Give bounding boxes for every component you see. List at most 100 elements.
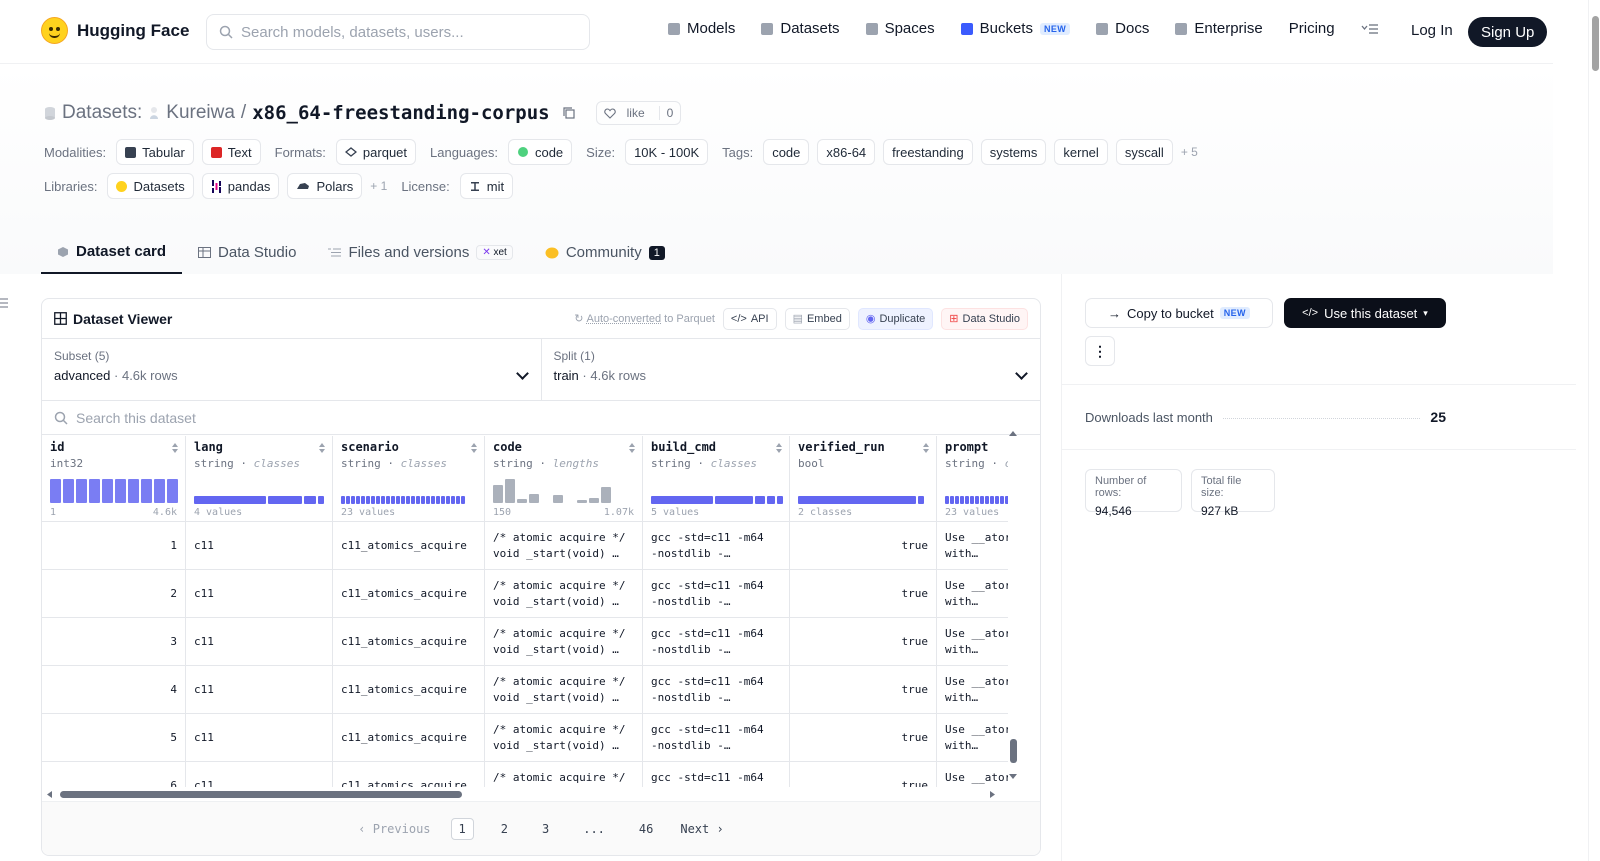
cell-id[interactable]: 3 <box>42 618 186 665</box>
dataset-owner[interactable]: Kureiwa <box>166 102 235 124</box>
page-1-button[interactable]: 1 <box>450 817 474 840</box>
cell-code[interactable]: /* atomic acquire */ void _start(void) … <box>485 714 643 761</box>
cell-build-cmd[interactable]: gcc -std=c11 -m64 -nostdlib -… <box>643 618 790 665</box>
cell-lang[interactable]: c11 <box>186 618 333 665</box>
signup-button[interactable]: Sign Up <box>1468 17 1548 47</box>
sort-icon[interactable] <box>776 443 782 453</box>
horizontal-scrollbar-thumb[interactable] <box>60 791 462 798</box>
libraries-more[interactable]: + 1 <box>370 179 387 193</box>
login-link[interactable]: Log In <box>1411 22 1453 39</box>
tag-kernel[interactable]: kernel <box>1054 139 1108 165</box>
column-header-verified-run[interactable]: verified_run bool 2 classes <box>790 436 937 521</box>
next-page-button[interactable]: Next › <box>680 822 723 836</box>
sort-icon[interactable] <box>923 443 929 453</box>
horizontal-scrollbar[interactable] <box>42 787 1008 801</box>
column-header-id[interactable]: id int32 1 4.6k <box>42 436 186 521</box>
more-options-button[interactable]: ⋮ <box>1085 336 1115 366</box>
table-row[interactable]: 1 c11 c11_atomics_acquire /* atomic acqu… <box>42 522 1008 570</box>
size-pill[interactable]: 10K - 100K <box>625 139 709 165</box>
cell-scenario[interactable]: c11_atomics_acquire <box>333 714 485 761</box>
column-header-lang[interactable]: lang string · classes 4 values <box>186 436 333 521</box>
duplicate-button[interactable]: ◉ Duplicate <box>857 307 934 330</box>
tag-freestanding[interactable]: freestanding <box>883 139 973 165</box>
sort-icon[interactable] <box>629 443 635 453</box>
library-polars[interactable]: Polars <box>287 173 363 199</box>
api-button[interactable]: </> API <box>722 307 777 330</box>
modality-text[interactable]: Text <box>201 139 261 165</box>
nav-models[interactable]: Models <box>668 20 735 37</box>
brand-logo[interactable]: Hugging Face <box>41 17 189 44</box>
nav-buckets[interactable]: Buckets NEW <box>960 20 1071 37</box>
cell-scenario[interactable]: c11_atomics_acquire <box>333 666 485 713</box>
dataset-search-input[interactable]: Search this dataset <box>42 401 1040 435</box>
cell-build-cmd[interactable]: gcc -std=c11 -m64 -nostdlib -… <box>643 570 790 617</box>
library-pandas[interactable]: pandas <box>201 173 280 199</box>
table-row[interactable]: 3 c11 c11_atomics_acquire /* atomic acqu… <box>42 618 1008 666</box>
cell-verified-run[interactable]: true <box>790 666 937 713</box>
page-46-button[interactable]: 46 <box>632 819 660 839</box>
page-scrollbar-thumb[interactable] <box>1592 16 1599 71</box>
copy-icon[interactable] <box>562 106 576 120</box>
scroll-left-icon[interactable] <box>46 790 53 799</box>
nav-pricing[interactable]: Pricing <box>1289 20 1335 37</box>
vertical-scrollbar-thumb[interactable] <box>1010 739 1017 763</box>
cell-build-cmd[interactable]: gcc -std=c11 -m64 -nostdlib -… <box>643 666 790 713</box>
cell-scenario[interactable]: c11_atomics_acquire <box>333 570 485 617</box>
cell-code[interactable]: /* atomic acquire */ void _start(void) … <box>485 522 643 569</box>
page-2-button[interactable]: 2 <box>494 819 515 839</box>
previous-page-button[interactable]: ‹ Previous <box>358 822 430 836</box>
sort-icon[interactable] <box>172 443 178 453</box>
cell-code[interactable]: /* atomic acquire */ void _start(void) … <box>485 618 643 665</box>
tab-dataset-card[interactable]: Dataset card <box>41 231 183 274</box>
cell-code[interactable]: /* atomic acquire */ void _start(void) … <box>485 666 643 713</box>
datasets-prefix[interactable]: Datasets: <box>62 102 142 124</box>
dataset-name[interactable]: x86_64-freestanding-corpus <box>252 102 549 124</box>
use-this-dataset-button[interactable]: </> Use this dataset ▾ <box>1284 298 1446 328</box>
nav-more-menu[interactable] <box>1361 23 1379 35</box>
cell-id[interactable]: 1 <box>42 522 186 569</box>
scroll-down-icon[interactable] <box>1008 773 1018 781</box>
page-3-button[interactable]: 3 <box>535 819 556 839</box>
split-select[interactable]: Split (1) train · 4.6k rows <box>540 339 1041 400</box>
sort-icon[interactable] <box>471 443 477 453</box>
cell-verified-run[interactable]: true <box>790 714 937 761</box>
cell-prompt[interactable]: Use __ator with… <box>937 522 1008 569</box>
sort-icon[interactable] <box>319 443 325 453</box>
nav-datasets[interactable]: Datasets <box>761 20 840 37</box>
cell-lang[interactable]: c11 <box>186 570 333 617</box>
nav-spaces[interactable]: Spaces <box>865 20 935 37</box>
tab-community[interactable]: Community 1 <box>529 231 681 274</box>
cell-scenario[interactable]: c11_atomics_acquire <box>333 618 485 665</box>
language-code[interactable]: code <box>507 139 573 165</box>
cell-verified-run[interactable]: true <box>790 570 937 617</box>
modality-tabular[interactable]: Tabular <box>116 139 194 165</box>
cell-prompt[interactable]: Use __ator with… <box>937 618 1008 665</box>
license-pill[interactable]: mit <box>459 173 514 199</box>
cell-lang[interactable]: c11 <box>186 666 333 713</box>
cell-build-cmd[interactable]: gcc -std=c11 -m64 -nostdlib -… <box>643 714 790 761</box>
library-datasets[interactable]: Datasets <box>107 173 194 199</box>
cell-verified-run[interactable]: true <box>790 522 937 569</box>
cell-lang[interactable]: c11 <box>186 714 333 761</box>
cell-id[interactable]: 4 <box>42 666 186 713</box>
embed-button[interactable]: ▤ Embed <box>784 307 850 330</box>
tab-data-studio[interactable]: Data Studio <box>182 231 312 274</box>
cell-prompt[interactable]: Use __ator with… <box>937 570 1008 617</box>
tab-files-and-versions[interactable]: Files and versions ✕ xet <box>312 231 528 274</box>
cell-id[interactable]: 5 <box>42 714 186 761</box>
cell-verified-run[interactable]: true <box>790 618 937 665</box>
cell-prompt[interactable]: Use __ator with… <box>937 714 1008 761</box>
like-button[interactable]: like 0 <box>595 101 682 125</box>
column-header-prompt[interactable]: prompt string · c 23 values <box>937 436 1008 521</box>
table-row[interactable]: 4 c11 c11_atomics_acquire /* atomic acqu… <box>42 666 1008 714</box>
column-header-code[interactable]: code string · lengths 150 1.07k <box>485 436 643 521</box>
subset-select[interactable]: Subset (5) advanced · 4.6k rows <box>42 339 541 400</box>
table-row[interactable]: 2 c11 c11_atomics_acquire /* atomic acqu… <box>42 570 1008 618</box>
tag-syscall[interactable]: syscall <box>1115 139 1173 165</box>
cell-id[interactable]: 2 <box>42 570 186 617</box>
cell-code[interactable]: /* atomic acquire */ void _start(void) … <box>485 570 643 617</box>
global-search-input[interactable]: Search models, datasets, users... <box>206 14 590 50</box>
scroll-up-icon[interactable] <box>1008 429 1018 437</box>
tags-more[interactable]: + 5 <box>1181 145 1198 159</box>
data-studio-button[interactable]: ⊞ Data Studio <box>941 307 1028 330</box>
